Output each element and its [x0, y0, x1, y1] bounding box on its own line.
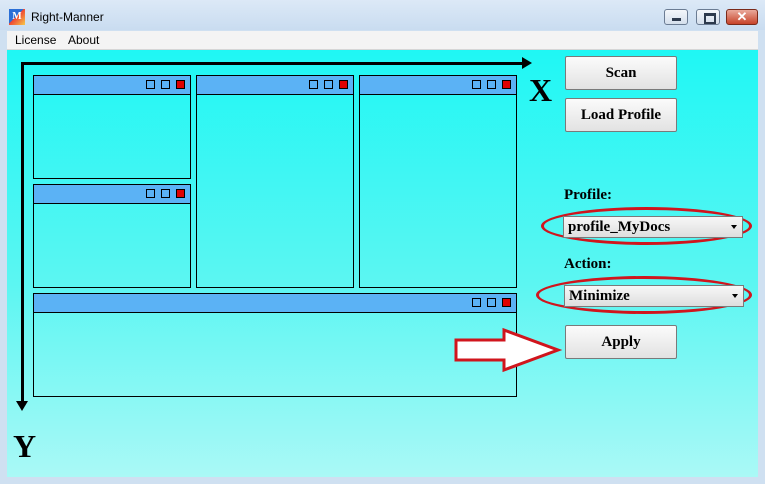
x-axis-arrowhead	[522, 57, 532, 69]
profile-select-value: profile_MyDocs	[568, 219, 671, 235]
profile-select[interactable]: profile_MyDocs	[563, 216, 743, 238]
diagram-window-titlebar	[197, 76, 353, 95]
diagram-window-titlebar	[360, 76, 516, 95]
diagram-close-square-icon	[176, 189, 185, 198]
diagram-window-titlebar	[34, 294, 516, 313]
diagram-window-top-middle	[196, 75, 354, 288]
y-axis-arrowhead	[16, 401, 28, 411]
arrow-right-icon	[454, 327, 563, 373]
diagram-minimize-square-icon	[146, 80, 155, 89]
menu-license[interactable]: License	[15, 33, 56, 47]
minimize-icon	[672, 18, 681, 21]
maximize-window-button[interactable]	[696, 9, 720, 25]
chevron-down-icon	[731, 225, 737, 229]
app-logo-letter: M	[12, 11, 22, 22]
diagram-window-middle-left	[33, 184, 191, 288]
diagram-minimize-square-icon	[472, 80, 481, 89]
diagram-close-square-icon	[339, 80, 348, 89]
load-profile-button[interactable]: Load Profile	[565, 98, 677, 132]
action-select-value: Minimize	[569, 288, 630, 304]
app-logo-icon: M	[9, 9, 25, 25]
diagram-minimize-square-icon	[309, 80, 318, 89]
y-axis-label: Y	[13, 428, 37, 464]
y-axis-line	[21, 62, 24, 405]
maximize-icon	[704, 13, 716, 24]
action-label: Action:	[564, 256, 612, 272]
client-area: X Y Scan Load Profile Profile: profile_M…	[7, 50, 758, 477]
scan-button[interactable]: Scan	[565, 56, 677, 90]
action-select[interactable]: Minimize	[564, 285, 744, 307]
diagram-maximize-square-icon	[487, 298, 496, 307]
diagram-window-titlebar	[34, 185, 190, 204]
diagram-window-bottom-wide	[33, 293, 517, 397]
menu-bar: License About	[7, 31, 758, 50]
x-axis-line	[22, 62, 527, 65]
menu-about[interactable]: About	[68, 33, 99, 47]
window-title: Right-Manner	[31, 10, 104, 24]
profile-label: Profile:	[564, 187, 613, 203]
diagram-maximize-square-icon	[161, 189, 170, 198]
close-icon: ✕	[736, 9, 748, 24]
diagram-minimize-square-icon	[472, 298, 481, 307]
x-axis-label: X	[529, 72, 553, 108]
diagram-close-square-icon	[502, 80, 511, 89]
diagram-maximize-square-icon	[487, 80, 496, 89]
diagram-maximize-square-icon	[161, 80, 170, 89]
diagram-minimize-square-icon	[146, 189, 155, 198]
diagram-window-titlebar	[34, 76, 190, 95]
minimize-window-button[interactable]	[664, 9, 688, 25]
diagram-window-top-left	[33, 75, 191, 179]
close-window-button[interactable]: ✕	[726, 9, 758, 25]
diagram-window-top-right	[359, 75, 517, 288]
title-bar: M Right-Manner ✕	[0, 0, 765, 30]
apply-button[interactable]: Apply	[565, 325, 677, 359]
diagram-close-square-icon	[502, 298, 511, 307]
diagram-maximize-square-icon	[324, 80, 333, 89]
diagram-close-square-icon	[176, 80, 185, 89]
chevron-down-icon	[732, 294, 738, 298]
